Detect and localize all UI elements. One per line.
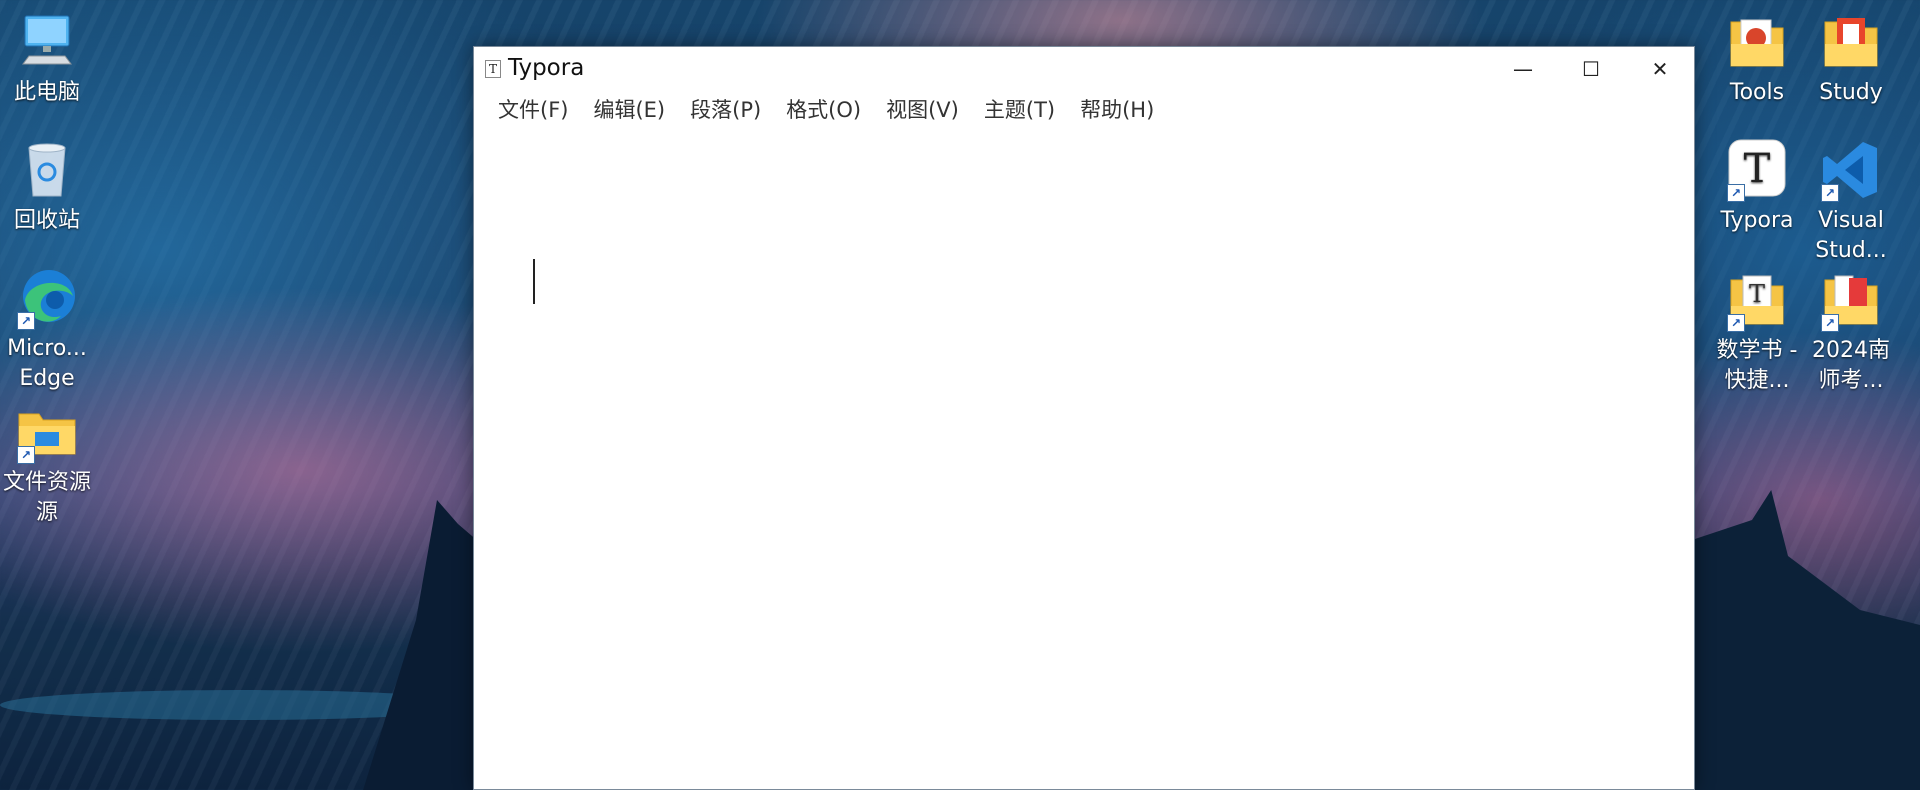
menu-bar: 文件(F) 编辑(E) 段落(P) 格式(O) 视图(V) 主题(T) 帮助(H…: [474, 91, 1167, 131]
desktop-icon-label-line2: 源: [35, 500, 58, 525]
svg-text:T: T: [1749, 280, 1765, 308]
desktop-icon-label: 回收站: [13, 208, 80, 233]
menu-view[interactable]: 视图(V): [874, 91, 972, 131]
typora-window: T Typora — ☐ ✕ 文件(F) 编辑(E) 段落(P) 格式(O) 视…: [473, 46, 1695, 790]
shortcut-arrow-icon: ↗: [17, 446, 35, 464]
typora-icon: T ↗: [1725, 138, 1789, 202]
recycle-bin-icon: [15, 138, 79, 202]
desktop-icon-edge[interactable]: ↗ Micro... Edge: [0, 266, 94, 394]
editor-area[interactable]: [474, 131, 1694, 789]
desktop-icon-label-line2: Stud...: [1815, 238, 1887, 263]
desktop-icon-this-pc[interactable]: 此电脑: [0, 10, 94, 108]
desktop-icon-label: 2024南: [1812, 338, 1890, 363]
desktop-icon-recycle-bin[interactable]: 回收站: [0, 138, 94, 236]
desktop-icon-study[interactable]: Study: [1804, 10, 1898, 108]
cliff-silhouette-right: [1680, 490, 1920, 790]
close-button[interactable]: ✕: [1626, 47, 1694, 91]
text-cursor: [533, 259, 535, 304]
desktop-icon-label: 此电脑: [13, 80, 80, 105]
menu-help[interactable]: 帮助(H): [1068, 91, 1167, 131]
folder-shortcut-icon: T ↗: [1725, 268, 1789, 332]
vscode-icon: ↗: [1819, 138, 1883, 202]
desktop-icon-math-book-shortcut[interactable]: T ↗ 数学书 - 快捷...: [1710, 268, 1804, 396]
shortcut-arrow-icon: ↗: [1727, 184, 1745, 202]
desktop-icon-file-explorer[interactable]: ↗ 文件资源 源: [0, 400, 94, 528]
computer-icon: [15, 10, 79, 74]
menu-theme[interactable]: 主题(T): [972, 91, 1068, 131]
file-explorer-icon: ↗: [15, 400, 79, 464]
desktop-icon-label: Visual: [1818, 208, 1884, 233]
menu-format[interactable]: 格式(O): [774, 91, 874, 131]
desktop-icon-label: Study: [1819, 80, 1883, 105]
shortcut-arrow-icon: ↗: [17, 312, 35, 330]
desktop-icon-label: 文件资源: [2, 470, 91, 495]
menu-paragraph[interactable]: 段落(P): [678, 91, 774, 131]
shortcut-arrow-icon: ↗: [1727, 314, 1745, 332]
desktop-icon-tools[interactable]: Tools: [1710, 10, 1804, 108]
desktop-icon-label: Typora: [1720, 208, 1794, 233]
desktop-icon-label-line2: 快捷...: [1724, 368, 1790, 393]
desktop-icon-label-line2: 师考...: [1818, 368, 1884, 393]
edge-icon: ↗: [15, 266, 79, 330]
desktop-icon-2024-exam-shortcut[interactable]: ↗ 2024南 师考...: [1804, 268, 1898, 396]
shortcut-arrow-icon: ↗: [1821, 184, 1839, 202]
minimize-button[interactable]: —: [1489, 47, 1557, 91]
svg-text:T: T: [1744, 146, 1771, 192]
folder-shortcut-icon: ↗: [1819, 268, 1883, 332]
menu-file[interactable]: 文件(F): [486, 91, 581, 131]
desktop-icon-label: Tools: [1729, 80, 1785, 105]
shortcut-arrow-icon: ↗: [1821, 314, 1839, 332]
title-bar[interactable]: T Typora — ☐ ✕: [474, 47, 1694, 91]
folder-icon: [1725, 10, 1789, 74]
menu-edit[interactable]: 编辑(E): [581, 91, 678, 131]
desktop-icon-label: Micro... Edge: [7, 336, 87, 391]
desktop-icon-label: 数学书 -: [1716, 338, 1798, 363]
typora-app-icon: T: [485, 60, 501, 78]
desktop-icon-vscode[interactable]: ↗ Visual Stud...: [1804, 138, 1898, 266]
folder-icon: [1819, 10, 1883, 74]
window-title: Typora: [508, 55, 585, 81]
maximize-button[interactable]: ☐: [1557, 47, 1625, 91]
desktop-icon-typora[interactable]: T ↗ Typora: [1710, 138, 1804, 236]
